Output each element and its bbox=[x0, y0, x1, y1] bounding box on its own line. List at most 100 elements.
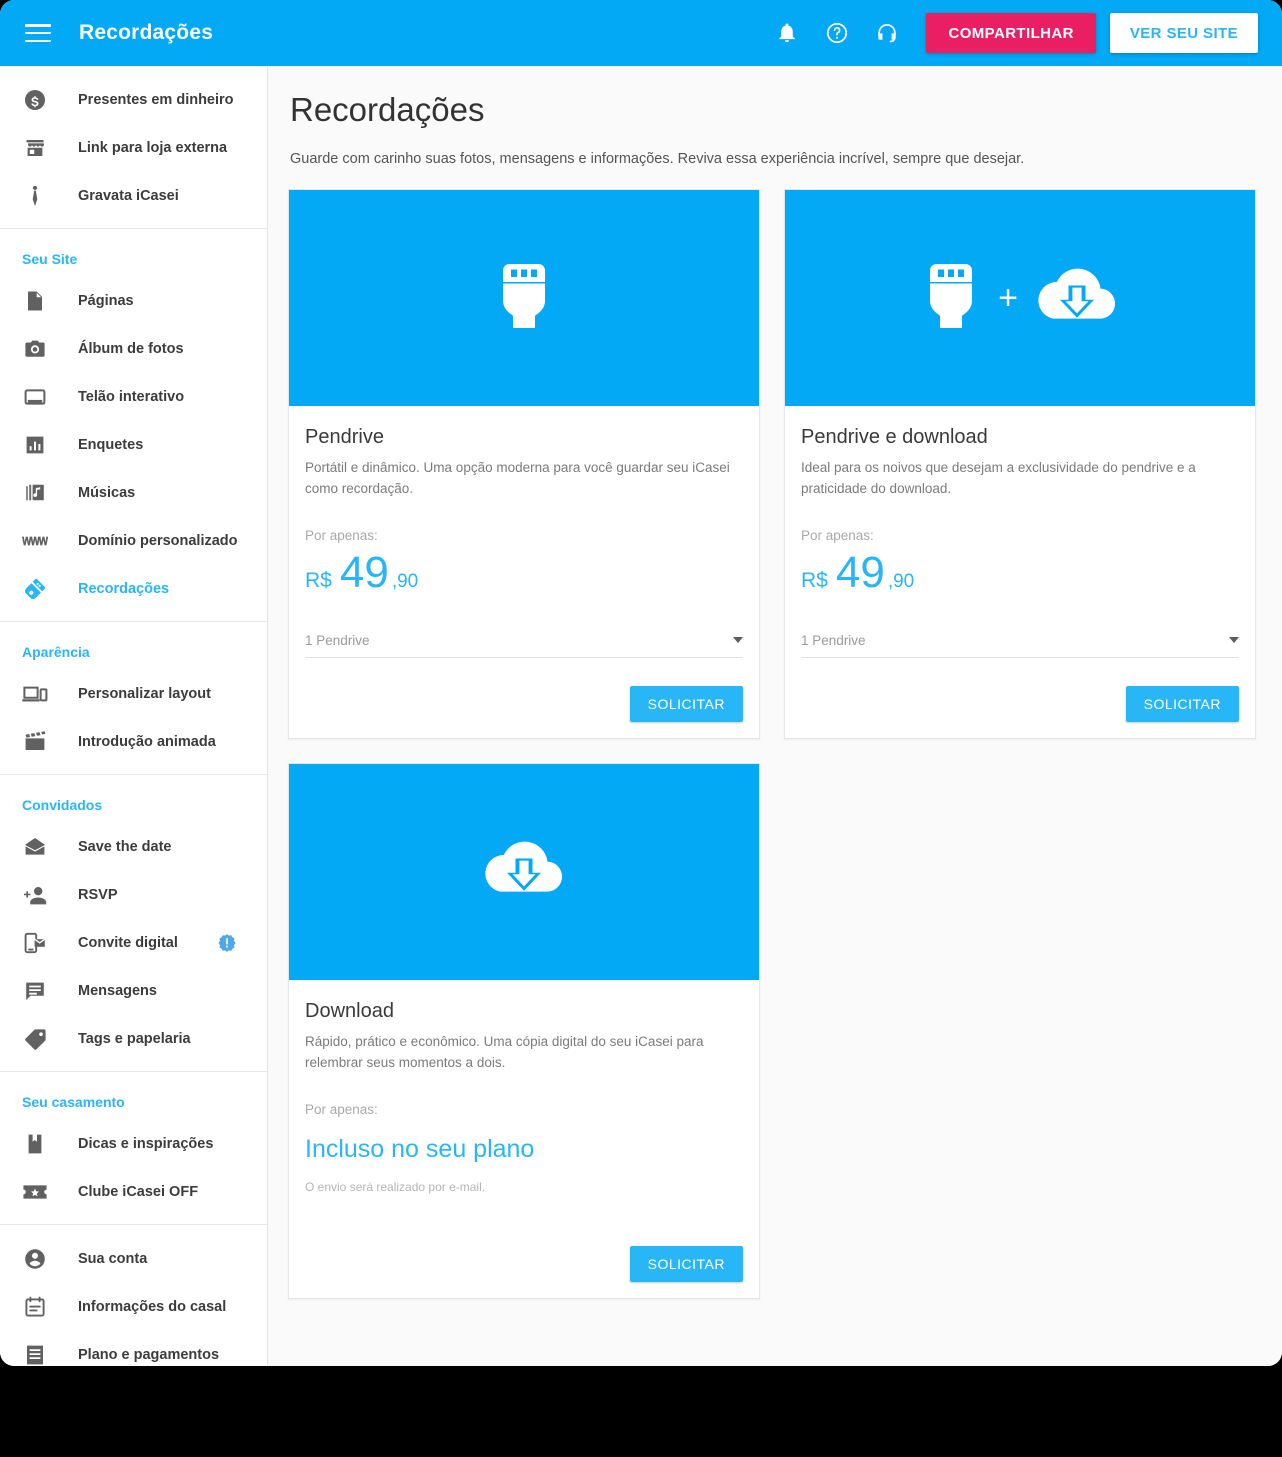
price-currency: R$ bbox=[801, 568, 828, 592]
usb-connector-icon bbox=[493, 258, 555, 339]
sidebar-item-label: Telão interativo bbox=[78, 389, 185, 405]
app-window: Recordações COMPARTILHAR VER SEU SITE Pr… bbox=[0, 0, 1282, 1366]
sidebar-item-gravata-icasei[interactable]: Gravata iCasei bbox=[0, 172, 267, 220]
alert-badge-icon bbox=[217, 933, 237, 953]
sidebar-item-label: Sua conta bbox=[78, 1251, 148, 1267]
sidebar-item-label: Introdução animada bbox=[78, 734, 216, 750]
help-icon[interactable] bbox=[812, 8, 862, 58]
price-integer: 49 bbox=[835, 547, 885, 597]
sidebar-item-enquetes[interactable]: Enquetes bbox=[0, 421, 267, 469]
card-body: Pendrive Portátil e dinâmico. Uma opção m… bbox=[289, 406, 759, 738]
request-button[interactable]: SOLICITAR bbox=[629, 1245, 743, 1282]
share-button[interactable]: COMPARTILHAR bbox=[926, 13, 1096, 53]
ticket-star-icon bbox=[22, 1179, 48, 1205]
sidebar-item-label: Músicas bbox=[78, 485, 136, 501]
sidebar-item-plano-e-pagamentos[interactable]: Plano e pagamentos bbox=[0, 1331, 267, 1366]
sidebar[interactable]: Presentes em dinheiro Link para loja exte… bbox=[0, 66, 268, 1366]
product-card-pendrive: Pendrive Portátil e dinâmico. Uma opção m… bbox=[288, 189, 760, 739]
price-label: Por apenas: bbox=[305, 1101, 378, 1117]
usb-drive-icon bbox=[22, 576, 48, 602]
page-title-header: Recordações bbox=[79, 21, 214, 44]
usb-connector-icon bbox=[920, 258, 982, 339]
quantity-select[interactable]: 1 Pendrive bbox=[801, 633, 1239, 658]
price-integer: 49 bbox=[339, 547, 389, 597]
devices-icon bbox=[22, 681, 48, 707]
card-banner bbox=[289, 190, 759, 406]
sidebar-item-dom-nio-personalizado[interactable]: Domínio personalizado bbox=[0, 517, 267, 565]
cards-grid: Pendrive Portátil e dinâmico. Uma opção m… bbox=[268, 167, 1264, 1299]
sidebar-item-p-ginas[interactable]: Páginas bbox=[0, 277, 267, 325]
sidebar-item-personalizar-layout[interactable]: Personalizar layout bbox=[0, 670, 267, 718]
sidebar-item-presentes-em-dinheiro[interactable]: Presentes em dinheiro bbox=[0, 76, 267, 124]
plus-sign: + bbox=[998, 279, 1018, 317]
sidebar-item-label: Páginas bbox=[78, 293, 134, 309]
store-icon bbox=[22, 135, 48, 161]
sidebar-item-tel-o-interativo[interactable]: Telão interativo bbox=[0, 373, 267, 421]
sidebar-item-label: Informações do casal bbox=[78, 1299, 227, 1315]
sidebar-item-sua-conta[interactable]: Sua conta bbox=[0, 1235, 267, 1283]
hamburger-icon[interactable] bbox=[25, 24, 51, 42]
quantity-select-value: 1 Pendrive bbox=[305, 632, 370, 648]
calendar-note-icon bbox=[22, 1294, 48, 1320]
poll-bars-icon bbox=[22, 432, 48, 458]
sidebar-item-label: Clube iCasei OFF bbox=[78, 1184, 199, 1200]
request-button[interactable]: SOLICITAR bbox=[1125, 685, 1239, 722]
sidebar-group-title: Seu casamento bbox=[22, 1094, 125, 1110]
top-bar: Recordações COMPARTILHAR VER SEU SITE bbox=[0, 0, 1282, 66]
sidebar-item-rsvp[interactable]: RSVP bbox=[0, 871, 267, 919]
cloud-download-icon bbox=[481, 838, 567, 905]
sidebar-item-label: Domínio personalizado bbox=[78, 533, 238, 549]
card-body: Pendrive e download Ideal para os noivos … bbox=[785, 406, 1255, 738]
sidebar-item-label: Personalizar layout bbox=[78, 686, 211, 702]
price-decimal: ,90 bbox=[391, 570, 419, 592]
sidebar-item-label: Álbum de fotos bbox=[78, 341, 184, 357]
sidebar-item-label: Presentes em dinheiro bbox=[78, 92, 234, 108]
card-footer: SOLICITAR bbox=[305, 1194, 743, 1282]
tag-icon bbox=[22, 1026, 48, 1052]
product-card-pendrive-e-download: + Pendrive e download Ideal para os noivos… bbox=[784, 189, 1256, 739]
support-headset-icon[interactable] bbox=[862, 8, 912, 58]
cloud-download-icon bbox=[1034, 265, 1120, 332]
quantity-select[interactable]: 1 Pendrive bbox=[305, 633, 743, 658]
sidebar-item-tags-e-papelaria[interactable]: Tags e papelaria bbox=[0, 1015, 267, 1063]
money-circle-icon bbox=[22, 87, 48, 113]
sidebar-item-dicas-e-inspira-es[interactable]: Dicas e inspirações bbox=[0, 1120, 267, 1168]
delivery-note: O envio será realizado por e-mail. bbox=[305, 1179, 486, 1194]
sidebar-item-label: Mensagens bbox=[78, 983, 157, 999]
request-button[interactable]: SOLICITAR bbox=[629, 685, 743, 722]
included-plan-label: Incluso no seu plano bbox=[305, 1134, 535, 1163]
price: R$ 49,90 bbox=[801, 547, 1239, 597]
envelope-open-icon bbox=[22, 834, 48, 860]
sidebar-item-label: RSVP bbox=[78, 887, 118, 903]
sidebar-group-title: Convidados bbox=[22, 797, 103, 813]
sidebar-item-lbum-de-fotos[interactable]: Álbum de fotos bbox=[0, 325, 267, 373]
price: R$ 49,90 bbox=[305, 547, 743, 597]
card-description: Rápido, prático e econômico. Uma cópia d… bbox=[305, 1033, 704, 1070]
price-decimal: ,90 bbox=[887, 570, 915, 592]
card-description: Portátil e dinâmico. Uma opção moderna p… bbox=[305, 460, 730, 496]
view-site-button[interactable]: VER SEU SITE bbox=[1109, 13, 1258, 53]
chat-lines-icon bbox=[22, 978, 48, 1004]
sidebar-item-informa-es-do-casal[interactable]: Informações do casal bbox=[0, 1283, 267, 1331]
tie-icon bbox=[22, 183, 48, 209]
chevron-down-icon bbox=[1229, 637, 1239, 644]
card-footer: SOLICITAR bbox=[801, 658, 1239, 722]
page-title: Recordações bbox=[290, 91, 485, 128]
sidebar-item-introdu-o-animada[interactable]: Introdução animada bbox=[0, 718, 267, 766]
sidebar-item-mensagens[interactable]: Mensagens bbox=[0, 967, 267, 1015]
sidebar-item-clube-icasei-off[interactable]: Clube iCasei OFF bbox=[0, 1168, 267, 1216]
receipt-icon bbox=[22, 1342, 48, 1366]
sidebar-group-title: Aparência bbox=[22, 644, 90, 660]
bell-icon[interactable] bbox=[762, 8, 812, 58]
quantity-select-value: 1 Pendrive bbox=[801, 632, 866, 648]
music-library-icon bbox=[22, 480, 48, 506]
sidebar-item-convite-digital[interactable]: Convite digital bbox=[0, 919, 267, 967]
sidebar-item-recorda-es[interactable]: Recordações bbox=[0, 565, 267, 613]
card-footer: SOLICITAR bbox=[305, 658, 743, 722]
sidebar-item-link-para-loja-externa[interactable]: Link para loja externa bbox=[0, 124, 267, 172]
chevron-down-icon bbox=[733, 637, 743, 644]
sidebar-item-save-the-date[interactable]: Save the date bbox=[0, 823, 267, 871]
sidebar-item-m-sicas[interactable]: Músicas bbox=[0, 469, 267, 517]
price-currency: R$ bbox=[305, 568, 332, 592]
price-label: Por apenas: bbox=[305, 527, 378, 543]
